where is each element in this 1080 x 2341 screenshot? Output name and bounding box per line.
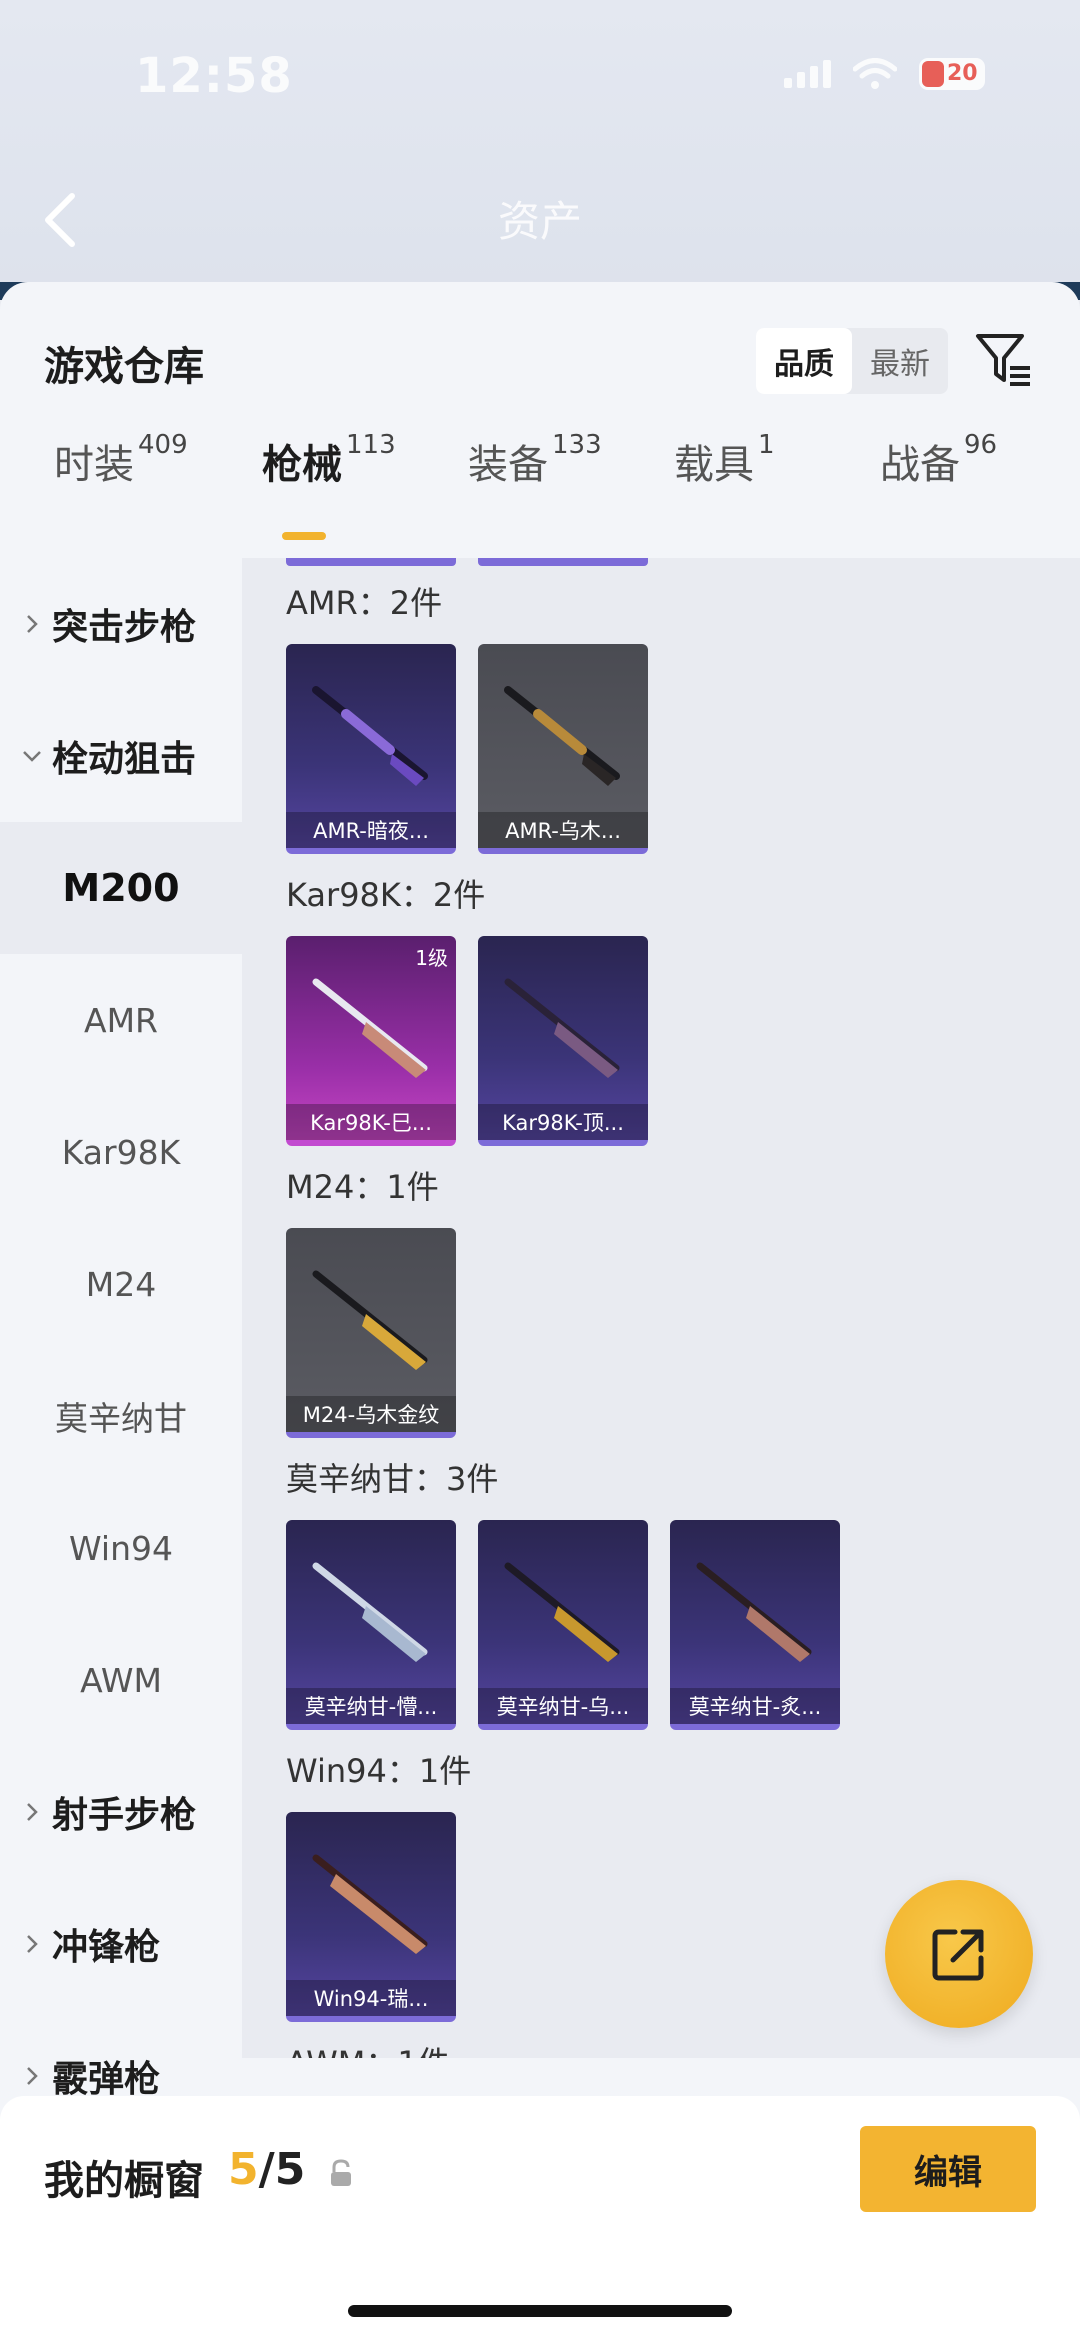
rifle-icon	[312, 1270, 428, 1370]
nav-label: 射手步枪	[52, 1795, 197, 1836]
showcase-count: 5/5	[228, 2144, 305, 2195]
chevron-right-icon	[27, 615, 38, 633]
previous-card-edge	[478, 558, 648, 566]
tab-battle-gear[interactable]: 战备 96	[880, 430, 998, 490]
group-title-win94: Win94：1件	[286, 1752, 472, 1790]
chevron-right-icon	[27, 2067, 38, 2085]
weapon-card[interactable]: 莫辛纳甘-乌...	[478, 1520, 648, 1730]
weapon-card[interactable]: AMR-乌木...	[478, 644, 648, 854]
tab-count: 1	[758, 430, 775, 460]
nav-assault-rifles[interactable]: 突击步枪	[0, 558, 242, 690]
tab-vehicles[interactable]: 载具 1	[674, 430, 775, 490]
weapon-category-nav: 突击步枪 栓动狙击 M200 AMR Kar98K M24 莫辛纳甘 Win94…	[0, 558, 242, 2100]
share-button[interactable]	[885, 1880, 1033, 2028]
tab-equipment[interactable]: 装备 133	[468, 430, 602, 490]
weapon-card[interactable]: 1级 Kar98K-巳...	[286, 936, 456, 1146]
page-title: 资产	[497, 197, 582, 246]
nav-label: 霰弹枪	[52, 2059, 161, 2100]
group-title-awm: AWM：1件	[286, 2038, 450, 2058]
sheet-title: 游戏仓库	[44, 344, 204, 390]
status-icons: 20	[784, 58, 985, 90]
lock-icon	[331, 2159, 351, 2186]
sort-toggle: 品质 最新	[756, 328, 948, 394]
rifle-icon	[312, 1854, 428, 1954]
status-time: 12:58	[135, 48, 293, 104]
nav-sub-m24[interactable]: M24	[0, 1218, 242, 1350]
weapon-name: 莫辛纳甘-懵...	[286, 1688, 456, 1724]
nav-bolt-action[interactable]: 栓动狙击	[0, 690, 242, 822]
tab-label: 枪械	[262, 442, 342, 488]
nav-sub-win94[interactable]: Win94	[0, 1482, 242, 1614]
showcase-label: 我的橱窗	[44, 2158, 204, 2204]
weapon-name: Win94-瑞...	[286, 1980, 456, 2016]
rifle-icon	[504, 978, 620, 1078]
showcase-count-total: /5	[258, 2144, 306, 2195]
wifi-icon	[853, 58, 897, 89]
nav-label: 突击步枪	[52, 607, 197, 648]
tab-label: 时装	[54, 442, 134, 488]
weapon-grid: AMR：2件 AMR-暗夜... AMR-乌木... Kar98K：2件 1级	[242, 558, 1080, 2058]
battery-level: 20	[947, 61, 978, 86]
weapon-card[interactable]: Win94-瑞...	[286, 1812, 456, 2022]
tab-count: 409	[138, 430, 188, 460]
weapon-name: M24-乌木金纹	[286, 1396, 456, 1432]
tab-count: 133	[552, 430, 602, 460]
sheet-header: 游戏仓库 品质 最新	[0, 282, 1080, 412]
active-tab-indicator	[282, 532, 326, 540]
nav-sub-amr[interactable]: AMR	[0, 954, 242, 1086]
tab-label: 装备	[468, 442, 548, 488]
chevron-right-icon	[27, 1935, 38, 1953]
tab-label: 载具	[674, 442, 754, 488]
previous-card-edge	[286, 558, 456, 566]
filter-icon[interactable]	[974, 330, 1034, 390]
nav-sub-mosin[interactable]: 莫辛纳甘	[0, 1350, 242, 1482]
tab-fashion[interactable]: 时装 409	[54, 430, 188, 490]
weapon-name: Kar98K-巳...	[286, 1104, 456, 1140]
weapon-name: 莫辛纳甘-炙...	[670, 1688, 840, 1724]
nav-sub-kar98k[interactable]: Kar98K	[0, 1086, 242, 1218]
edit-button[interactable]: 编辑	[860, 2126, 1036, 2212]
weapon-card[interactable]: AMR-暗夜...	[286, 644, 456, 854]
group-title-kar98k: Kar98K：2件	[286, 876, 486, 914]
rifle-icon	[696, 1562, 812, 1662]
weapon-card[interactable]: M24-乌木金纹	[286, 1228, 456, 1438]
weapon-name: AMR-乌木...	[478, 812, 648, 848]
cellular-signal-icon	[784, 60, 831, 88]
category-tabs: 时装 409 枪械 113 装备 133 载具 1 战备 96	[0, 430, 1080, 528]
rifle-icon	[312, 686, 428, 786]
nav-sub-awm[interactable]: AWM	[0, 1614, 242, 1746]
weapon-card[interactable]: Kar98K-顶...	[478, 936, 648, 1146]
group-title-amr: AMR：2件	[286, 584, 443, 622]
sort-newest-button[interactable]: 最新	[852, 328, 948, 394]
weapon-name: 莫辛纳甘-乌...	[478, 1688, 648, 1724]
rifle-icon	[312, 978, 428, 1078]
rifle-icon	[504, 1562, 620, 1662]
chevron-right-icon	[27, 1803, 38, 1821]
page-backdrop: 12:58 20 资产	[0, 0, 1080, 300]
nav-marksman-rifles[interactable]: 射手步枪	[0, 1746, 242, 1878]
warehouse-sheet: 游戏仓库 品质 最新 时装 409 枪械 113 装备 133 载具 1 战备 …	[0, 282, 1080, 2341]
chevron-down-icon	[23, 751, 41, 762]
nav-sub-m200[interactable]: M200	[0, 822, 242, 954]
share-icon	[932, 1929, 984, 1981]
nav-label: 栓动狙击	[52, 739, 197, 780]
weapon-name: AMR-暗夜...	[286, 812, 456, 848]
home-indicator[interactable]	[348, 2305, 732, 2317]
group-title-mosin: 莫辛纳甘：3件	[286, 1460, 499, 1498]
rifle-icon	[312, 1562, 428, 1662]
battery-icon: 20	[919, 58, 985, 90]
group-title-m24: M24：1件	[286, 1168, 439, 1206]
rifle-icon	[504, 686, 620, 786]
tab-count: 96	[964, 430, 998, 460]
nav-label: 冲锋枪	[52, 1927, 161, 1968]
weapon-card[interactable]: 莫辛纳甘-懵...	[286, 1520, 456, 1730]
tab-label: 战备	[880, 442, 960, 488]
weapon-card[interactable]: 莫辛纳甘-炙...	[670, 1520, 840, 1730]
sort-quality-button[interactable]: 品质	[756, 328, 852, 394]
nav-smg[interactable]: 冲锋枪	[0, 1878, 242, 2010]
tab-count: 113	[346, 430, 396, 460]
weapon-name: Kar98K-顶...	[478, 1104, 648, 1140]
showcase-count-current: 5	[228, 2144, 259, 2195]
tab-guns[interactable]: 枪械 113	[262, 430, 396, 490]
